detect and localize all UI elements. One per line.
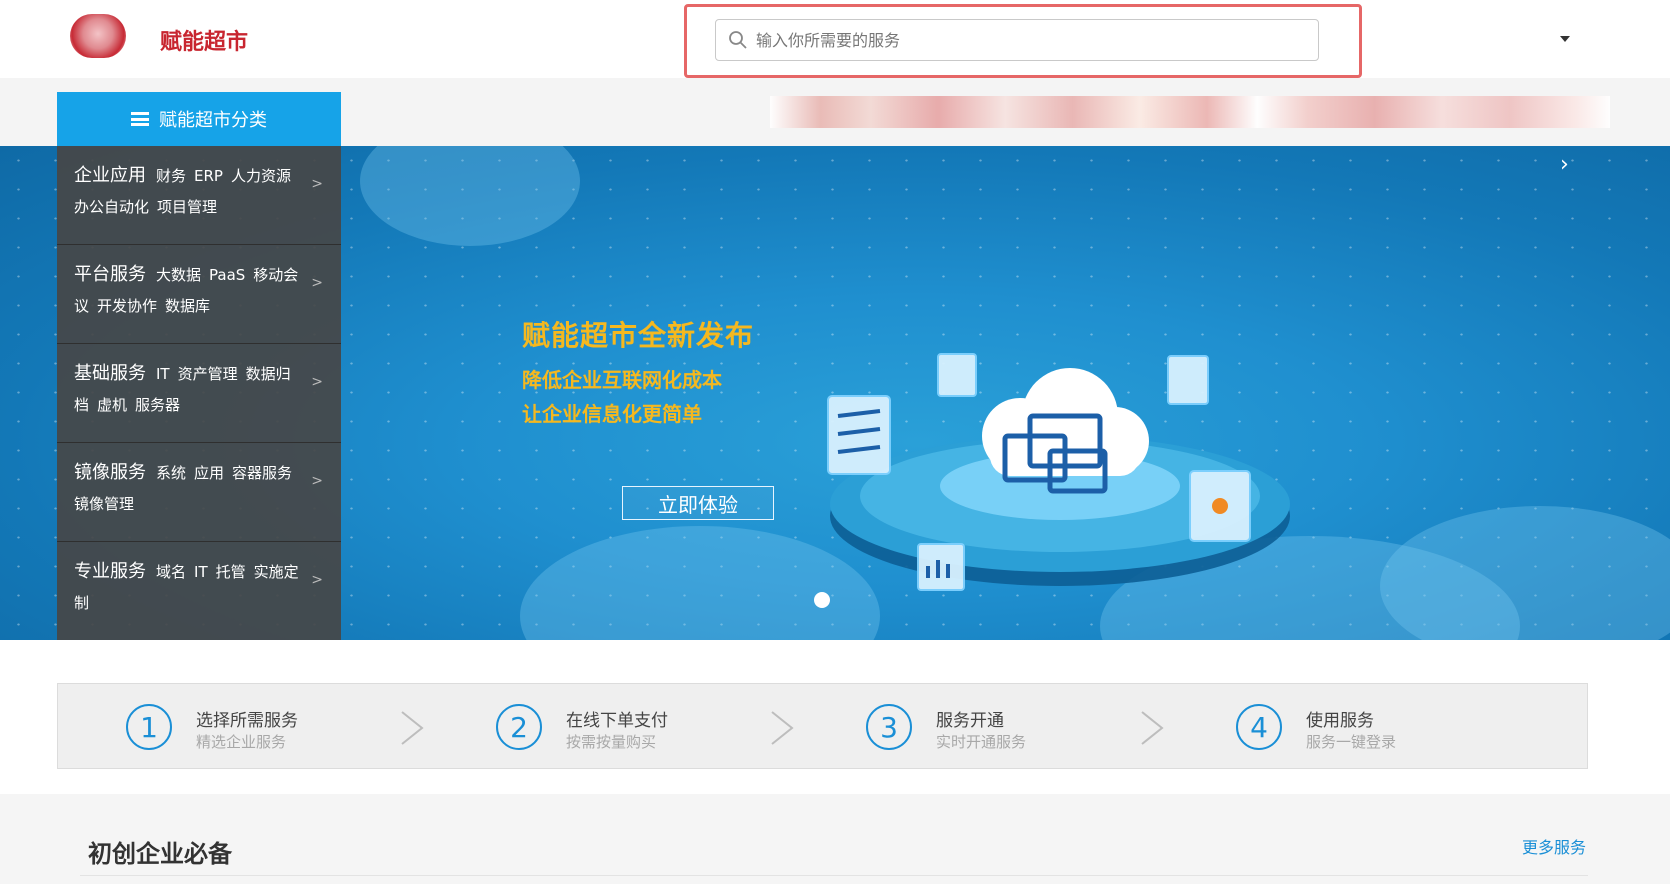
chevron-right-icon: > xyxy=(311,176,323,192)
category-title[interactable]: 专业服务 xyxy=(74,561,146,582)
redacted-nav-links xyxy=(770,96,1610,128)
category-sub-link[interactable]: 虚机 xyxy=(97,396,127,414)
category-line: 镜像服务 系统 应用 容器服务镜像管理 xyxy=(74,457,307,520)
category-sub-link[interactable]: 应用 xyxy=(194,464,224,482)
more-services-link[interactable]: 更多服务 xyxy=(1522,834,1586,858)
category-sub-link[interactable]: 财务 xyxy=(156,167,186,185)
chevron-right-icon: > xyxy=(311,473,323,489)
category-sub-link[interactable]: IT xyxy=(194,563,208,581)
category-line: 基础服务 IT 资产管理 数据归档 虚机 服务器 xyxy=(74,358,307,421)
startup-section: 初创企业必备 更多服务 xyxy=(0,794,1670,884)
step-4: 4 使用服务 服务一键登录 xyxy=(1236,684,1536,770)
chevron-right-icon xyxy=(1141,711,1164,745)
step-title: 服务开通 xyxy=(936,711,1004,731)
banner-subtitle: 让企业信息化更简单 xyxy=(522,402,702,426)
step-subtitle: 精选企业服务 xyxy=(196,733,287,751)
category-item[interactable]: 平台服务 大数据 PaaS 移动会议 开发协作 数据库 > xyxy=(57,245,341,344)
search-input[interactable] xyxy=(756,20,1306,60)
step-title: 使用服务 xyxy=(1306,711,1374,731)
category-sub-link[interactable]: 数据库 xyxy=(165,297,210,315)
step-title: 选择所需服务 xyxy=(196,711,298,731)
category-title[interactable]: 平台服务 xyxy=(74,264,146,285)
category-line: 专业服务 域名 IT 托管 实施定制 xyxy=(74,556,307,619)
step-number: 2 xyxy=(496,704,542,750)
site-logo-text[interactable]: 赋能超市 xyxy=(160,24,248,56)
category-sub-link[interactable]: 系统 xyxy=(156,464,186,482)
category-title[interactable]: 基础服务 xyxy=(74,363,146,384)
process-steps: 1 选择所需服务 精选企业服务 2 在线下单支付 按需按量购买 3 服务开通 实… xyxy=(57,683,1588,769)
category-sub-link[interactable]: ERP xyxy=(194,167,223,185)
category-sub-link[interactable]: 资产管理 xyxy=(178,365,238,383)
cloud-platform-illustration xyxy=(827,353,1290,591)
category-sub-link[interactable]: 容器服务 xyxy=(232,464,292,482)
step-1: 1 选择所需服务 精选企业服务 xyxy=(126,684,426,770)
category-list: 企业应用 财务 ERP 人力资源办公自动化 项目管理 > 平台服务 大数据 PaaS 移动会议 开发… xyxy=(57,146,341,640)
category-menu-label: 赋能超市分类 xyxy=(159,110,267,131)
category-sub-link[interactable]: 大数据 xyxy=(156,266,201,284)
chevron-right-icon: > xyxy=(311,275,323,291)
category-item[interactable]: 专业服务 域名 IT 托管 实施定制 > xyxy=(57,542,341,641)
category-sub-link[interactable]: 人力资源 xyxy=(231,167,291,185)
category-item[interactable]: 企业应用 财务 ERP 人力资源办公自动化 项目管理 > xyxy=(57,146,341,245)
carousel-dot[interactable] xyxy=(814,592,830,608)
category-sub-link[interactable]: 开发协作 xyxy=(97,297,157,315)
category-menu-button[interactable]: 赋能超市分类 xyxy=(57,92,341,146)
category-item[interactable]: 基础服务 IT 资产管理 数据归档 虚机 服务器 > xyxy=(57,344,341,443)
site-header: 赋能超市 xyxy=(0,0,1670,78)
step-number: 4 xyxy=(1236,704,1282,750)
step-subtitle: 按需按量购买 xyxy=(566,733,657,751)
search-icon[interactable] xyxy=(728,30,748,50)
category-line: 企业应用 财务 ERP 人力资源办公自动化 项目管理 xyxy=(74,160,307,223)
category-sub-link[interactable]: 镜像管理 xyxy=(74,495,134,513)
try-now-button[interactable]: 立即体验 xyxy=(622,486,774,520)
step-subtitle: 实时开通服务 xyxy=(936,733,1027,751)
step-number: 3 xyxy=(866,704,912,750)
logo-icon[interactable] xyxy=(70,14,126,58)
banner-title: 赋能超市全新发布 xyxy=(522,319,755,352)
category-title[interactable]: 企业应用 xyxy=(74,165,146,186)
category-sub-link[interactable]: 域名 xyxy=(156,563,186,581)
step-2: 2 在线下单支付 按需按量购买 xyxy=(496,684,796,770)
category-sub-link[interactable]: 项目管理 xyxy=(157,198,217,216)
step-number: 1 xyxy=(126,704,172,750)
chevron-right-icon xyxy=(401,711,424,745)
category-item[interactable]: 镜像服务 系统 应用 容器服务镜像管理 > xyxy=(57,443,341,542)
section-divider xyxy=(80,875,1588,876)
step-title: 在线下单支付 xyxy=(566,711,668,731)
step-subtitle: 服务一键登录 xyxy=(1306,733,1397,751)
category-sub-link[interactable]: 服务器 xyxy=(135,396,180,414)
category-line: 平台服务 大数据 PaaS 移动会议 开发协作 数据库 xyxy=(74,259,307,322)
user-menu[interactable] xyxy=(1510,30,1570,50)
caret-down-icon[interactable] xyxy=(1560,36,1570,42)
category-title[interactable]: 镜像服务 xyxy=(74,462,146,483)
category-sub-link[interactable]: IT xyxy=(156,365,170,383)
category-sub-link[interactable]: 托管 xyxy=(216,563,246,581)
category-sub-link[interactable]: PaaS xyxy=(209,266,245,284)
chevron-right-icon: > xyxy=(311,572,323,588)
banner-subtitle: 降低企业互联网化成本 xyxy=(522,368,722,392)
menu-icon xyxy=(131,112,149,126)
search-box xyxy=(715,19,1319,61)
category-sub-link[interactable]: 办公自动化 xyxy=(74,198,149,216)
section-title: 初创企业必备 xyxy=(88,840,232,868)
banner-next-icon[interactable]: › xyxy=(1560,152,1584,177)
chevron-right-icon xyxy=(771,711,794,745)
step-3: 3 服务开通 实时开通服务 xyxy=(866,684,1166,770)
chevron-right-icon: > xyxy=(311,374,323,390)
